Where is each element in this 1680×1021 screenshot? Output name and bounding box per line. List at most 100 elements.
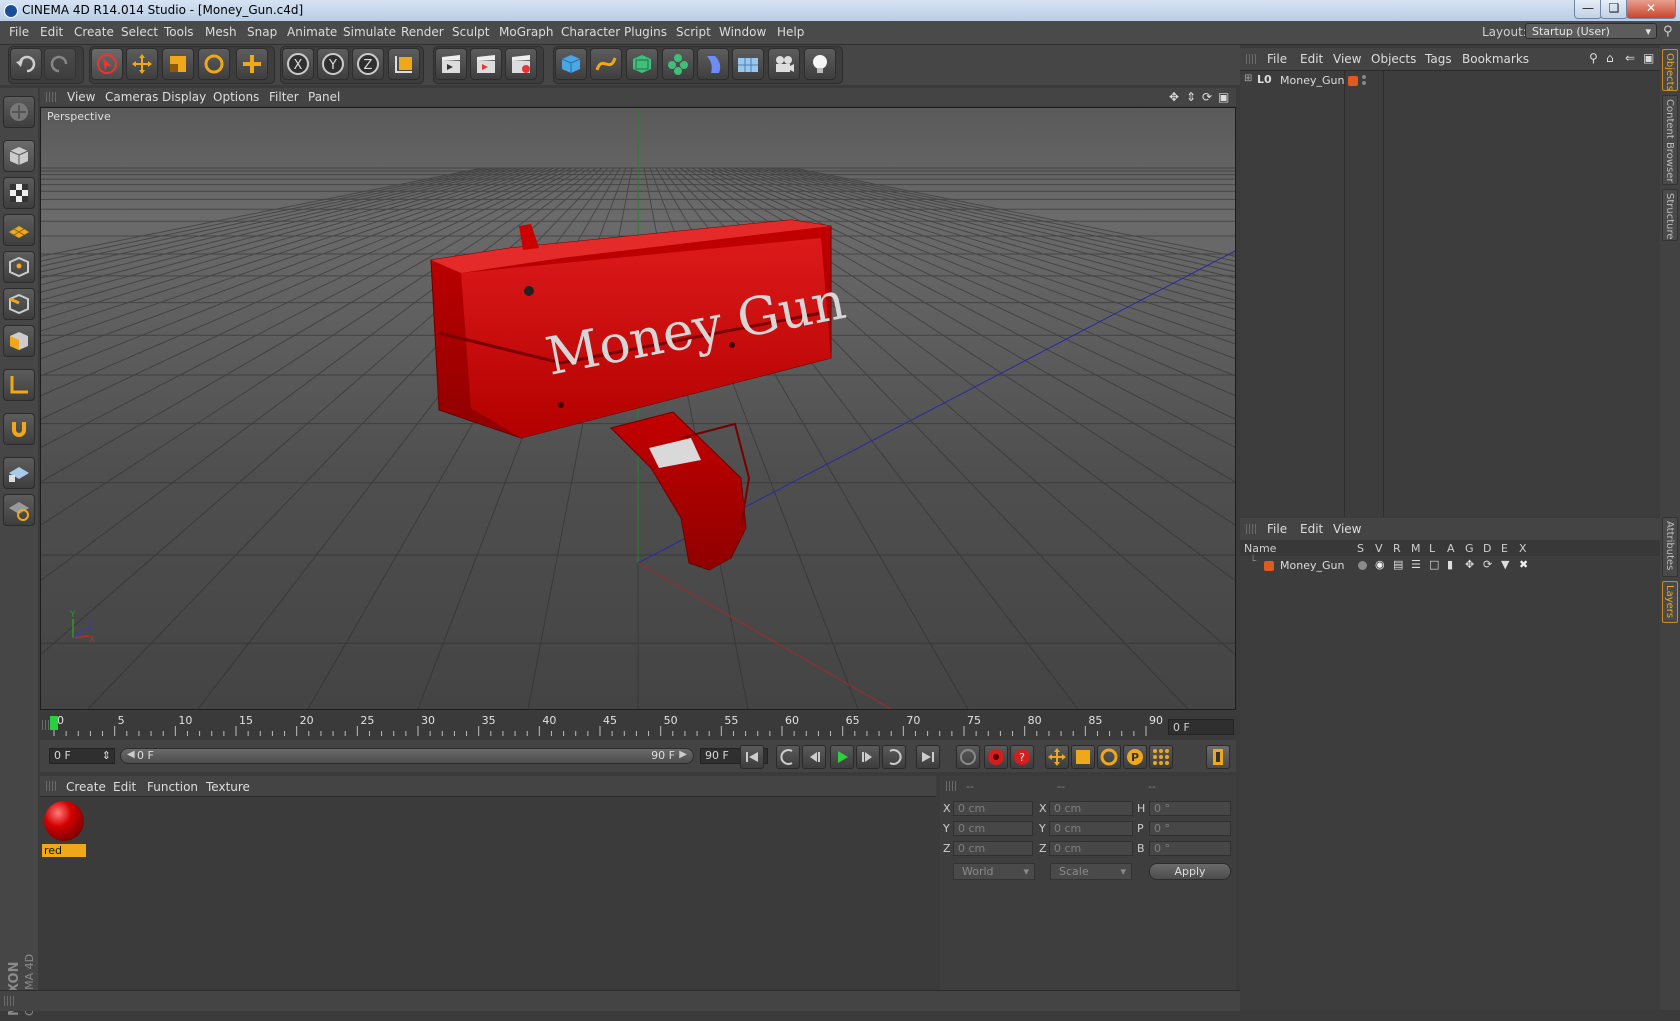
home-icon[interactable]: ⌂ [1606,51,1614,65]
menu-script[interactable]: Script [676,25,711,39]
menu-edit[interactable]: Edit [40,25,63,39]
layer-menu-edit[interactable]: Edit [1300,522,1323,536]
xref-icon[interactable]: ✖ [1519,558,1528,571]
vp-menu-view[interactable]: View [67,90,95,104]
light-button[interactable] [804,48,836,80]
animation-icon[interactable]: ▮ [1447,558,1453,571]
menu-create[interactable]: Create [74,25,114,39]
render-picture-viewer-button[interactable] [470,48,502,80]
back-icon[interactable]: ⇐ [1625,51,1635,65]
scale-button[interactable] [162,48,194,80]
coord-mode-select[interactable]: World ▾ [953,863,1035,880]
col-manager[interactable]: M [1411,542,1421,555]
render-visibility-dot-icon[interactable] [1362,81,1366,85]
layout-select[interactable]: Startup (User) ▾ [1525,23,1657,39]
start-frame-field[interactable]: 0 F ⇕ [49,748,115,764]
expressions-icon[interactable]: ▼ [1501,558,1509,571]
obj-menu-objects[interactable]: Objects [1371,52,1416,66]
add-button[interactable] [236,48,268,80]
locked-workplane-button[interactable] [3,494,35,526]
mat-menu-create[interactable]: Create [66,780,106,794]
texture-mode-button[interactable] [3,177,35,209]
motion-record-button[interactable] [956,745,980,769]
menu-select[interactable]: Select [121,25,158,39]
search-icon[interactable]: ⚲ [1589,51,1598,65]
col-expressions[interactable]: E [1501,542,1508,555]
size-z-field[interactable]: 0 cm [1049,841,1133,856]
record-button[interactable] [984,745,1008,769]
lock-icon[interactable]: □ [1429,558,1439,571]
timeline-ruler[interactable]: 0 5 10 15 20 25 30 35 40 45 50 55 60 65 70 75 80 85 90 [40,712,1236,738]
layer-color-icon[interactable] [1264,561,1274,571]
col-name[interactable]: Name [1244,542,1276,555]
menu-file[interactable]: File [9,25,29,39]
panel-options-icon[interactable]: ▣ [1643,51,1654,65]
zoom-view-icon[interactable]: ⇕ [1186,90,1196,104]
current-frame-field[interactable]: 0 F [1168,719,1234,735]
menu-character[interactable]: Character [561,25,620,39]
prev-frame-button[interactable] [802,745,826,769]
move-view-icon[interactable]: ✥ [1169,90,1179,104]
vp-menu-filter[interactable]: Filter [269,90,299,104]
z-axis-button[interactable]: Z [352,48,384,80]
play-button[interactable] [830,745,854,769]
scene-floor-button[interactable] [732,48,764,80]
layer-menu-file[interactable]: File [1267,522,1287,536]
viewport-3d[interactable]: Money Gun Y Z X Perspective [40,107,1236,710]
minimize-button[interactable]: — [1574,0,1602,19]
tab-content-browser[interactable]: Content Browser [1662,95,1678,185]
menu-mesh[interactable]: Mesh [205,25,237,39]
menu-help[interactable]: Help [777,25,804,39]
tab-structure[interactable]: Structure [1662,189,1678,241]
col-animation[interactable]: A [1447,542,1455,555]
menu-plugins[interactable]: Plugins [624,25,667,39]
editor-visibility-dot-icon[interactable] [1362,75,1366,79]
key-position-button[interactable] [1045,745,1069,769]
frame-range-slider[interactable]: ◀ 0 F 90 F ▶ [120,748,694,764]
coord-scale-select[interactable]: Scale ▾ [1050,863,1132,880]
size-x-field[interactable]: 0 cm [1049,801,1133,816]
rotation-b-field[interactable]: 0 ° [1149,841,1231,856]
obj-menu-file[interactable]: File [1267,52,1287,66]
col-view[interactable]: V [1375,542,1383,555]
edges-mode-button[interactable] [3,288,35,320]
spline-button[interactable] [590,48,622,80]
cube-button[interactable] [555,48,587,80]
generators-icon[interactable]: ✥ [1465,558,1474,571]
menu-render[interactable]: Render [401,25,444,39]
rotate-button[interactable] [198,48,230,80]
workplane-mode-button[interactable] [3,214,35,246]
axis-mode-button[interactable] [3,369,35,401]
points-mode-button[interactable] [3,251,35,283]
y-axis-button[interactable]: Y [317,48,349,80]
col-generators[interactable]: G [1465,542,1474,555]
playhead[interactable] [50,716,58,730]
timeline-window-button[interactable] [1206,745,1230,769]
vp-menu-cameras[interactable]: Cameras [105,90,158,104]
manager-icon[interactable]: ☰ [1411,558,1421,571]
coordinate-system-button[interactable] [388,48,420,80]
workplane-lock-button[interactable] [3,457,35,489]
menu-window[interactable]: Window [719,25,766,39]
layer-color-icon[interactable] [1348,76,1358,86]
obj-menu-bookmarks[interactable]: Bookmarks [1462,52,1529,66]
render-icon[interactable]: ▤ [1393,558,1403,571]
col-render[interactable]: R [1393,542,1401,555]
position-y-field[interactable]: 0 cm [953,821,1033,836]
size-y-field[interactable]: 0 cm [1049,821,1133,836]
menu-snap[interactable]: Snap [247,25,277,39]
mat-menu-function[interactable]: Function [147,780,198,794]
snap-button[interactable] [3,413,35,445]
menu-animate[interactable]: Animate [287,25,337,39]
next-frame-button[interactable] [856,745,880,769]
vp-menu-options[interactable]: Options [213,90,259,104]
redo-button[interactable] [44,48,76,80]
render-view-button[interactable] [435,48,467,80]
render-settings-button[interactable] [505,48,537,80]
layer-menu-view[interactable]: View [1333,522,1361,536]
deformers-icon[interactable]: ⟳ [1483,558,1492,571]
key-rotation-button[interactable] [1097,745,1121,769]
tab-objects[interactable]: Objects [1662,49,1678,91]
menu-sculpt[interactable]: Sculpt [452,25,489,39]
col-locked[interactable]: L [1429,542,1435,555]
